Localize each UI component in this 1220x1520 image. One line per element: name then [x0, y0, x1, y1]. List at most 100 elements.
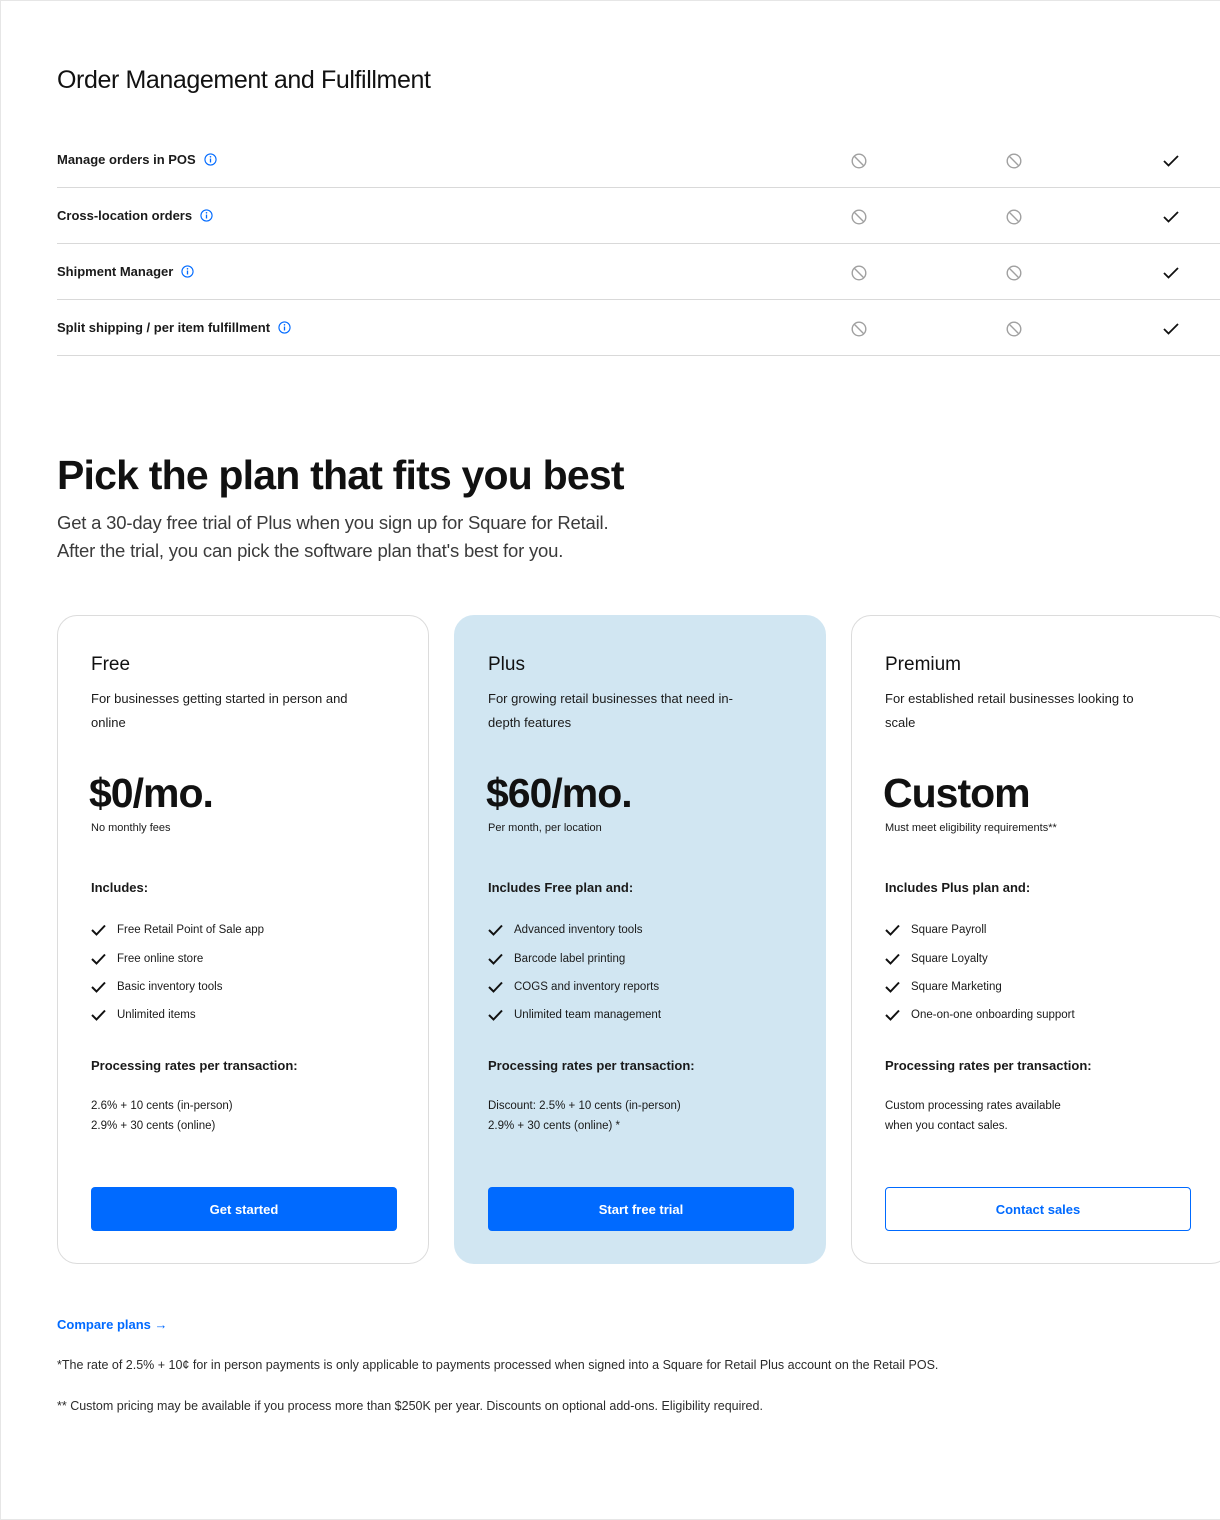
check-icon: [885, 981, 900, 993]
plan-feature-item: One-on-one onboarding support: [885, 1001, 1075, 1029]
feature-row: Shipment Manager: [57, 244, 1220, 300]
plan-price: Custom: [883, 770, 1031, 816]
check-icon: [1163, 155, 1179, 167]
plan-feature-item: Unlimited items: [91, 1001, 264, 1029]
plan-feature-label: Unlimited team management: [514, 1009, 662, 1022]
compare-plans-link[interactable]: Compare plans →: [57, 1317, 168, 1332]
plan-card-plus: Plus For growing retail businesses that …: [454, 615, 826, 1264]
plan-name: Plus: [488, 654, 525, 675]
feature-label: Split shipping / per item fulfillment: [57, 320, 271, 335]
feature-table: Manage orders in POS Cross-location orde…: [57, 132, 1220, 356]
not-included-icon: [851, 265, 867, 281]
plan-feature-item: Unlimited team management: [488, 1001, 661, 1029]
plan-feature-item: Square Payroll: [885, 916, 1075, 944]
plan-feature-item: Barcode label printing: [488, 944, 661, 972]
plan-feature-label: COGS and inventory reports: [514, 980, 660, 993]
check-icon: [1163, 267, 1179, 279]
plan-price-note: No monthly fees: [91, 822, 171, 834]
hero-subtitle-line: Get a 30-day free trial of Plus when you…: [57, 512, 609, 533]
plan-rate-line: Custom processing rates available: [885, 1100, 1061, 1112]
hero-subtitle-line: After the trial, you can pick the softwa…: [57, 540, 564, 561]
check-icon: [885, 925, 900, 937]
plan-rates-title: Processing rates per transaction:: [885, 1058, 1092, 1073]
feature-label-wrap: Shipment Manager: [57, 264, 194, 279]
plan-feature-label: Basic inventory tools: [117, 980, 223, 993]
feature-row: Split shipping / per item fulfillment: [57, 300, 1220, 356]
not-included-icon: [1006, 321, 1022, 337]
info-icon[interactable]: [181, 265, 194, 278]
plan-price-note: Must meet eligibility requirements**: [885, 822, 1057, 834]
check-icon: [885, 953, 900, 965]
get-started-button[interactable]: Get started: [91, 1187, 397, 1231]
not-included-icon: [851, 209, 867, 225]
feature-label-wrap: Manage orders in POS: [57, 152, 217, 167]
start-free-trial-button[interactable]: Start free trial: [488, 1187, 794, 1231]
info-icon[interactable]: [278, 321, 291, 334]
not-included-icon: [1006, 209, 1022, 225]
plan-description: For established retail businesses lookin…: [885, 691, 1134, 730]
feature-label: Shipment Manager: [57, 264, 174, 279]
plan-includes-title: Includes:: [91, 880, 149, 895]
not-included-icon: [1006, 265, 1022, 281]
feature-label: Cross-location orders: [57, 208, 193, 223]
plan-rates: 2.6% + 10 cents (in-person) 2.9% + 30 ce…: [91, 1096, 233, 1136]
plan-includes-title: Includes Plus plan and:: [885, 880, 1031, 895]
plan-card-free: Free For businesses getting started in p…: [57, 615, 429, 1264]
plan-name: Free: [91, 654, 131, 675]
check-icon: [91, 981, 106, 993]
check-icon: [91, 925, 106, 937]
plan-price-note: Per month, per location: [488, 822, 602, 834]
plan-feature-item: Free Retail Point of Sale app: [91, 916, 264, 944]
feature-label: Manage orders in POS: [57, 152, 196, 167]
footnote: ** Custom pricing may be available if yo…: [57, 1399, 763, 1413]
not-included-icon: [851, 321, 867, 337]
info-icon[interactable]: [204, 153, 217, 166]
plan-feature-item: Free online store: [91, 944, 264, 972]
plan-rates-title: Processing rates per transaction:: [91, 1058, 298, 1073]
check-icon: [91, 953, 106, 965]
plan-rate-line: 2.9% + 30 cents (online): [91, 1120, 216, 1132]
feature-row: Cross-location orders: [57, 188, 1220, 244]
plan-feature-label: Free Retail Point of Sale app: [117, 924, 265, 937]
check-icon: [1163, 211, 1179, 223]
plan-rate-line: 2.6% + 10 cents (in-person): [91, 1100, 233, 1112]
check-icon: [488, 925, 503, 937]
hero-subtitle: Get a 30-day free trial of Plus when you…: [57, 509, 757, 565]
plan-description: For growing retail businesses that need …: [488, 691, 733, 730]
plan-rates: Discount: 2.5% + 10 cents (in-person) 2.…: [488, 1096, 681, 1136]
plan-feature-label: Advanced inventory tools: [514, 924, 643, 937]
plan-card-premium: Premium For established retail businesse…: [851, 615, 1220, 1264]
plan-feature-list: Free Retail Point of Sale app Free onlin…: [91, 916, 264, 1030]
contact-sales-button[interactable]: Contact sales: [885, 1187, 1191, 1231]
plan-feature-item: Square Loyalty: [885, 944, 1075, 972]
plan-rate-line: 2.9% + 30 cents (online) *: [488, 1120, 621, 1132]
hero-title: Pick the plan that fits you best: [57, 452, 625, 498]
check-icon: [885, 1010, 900, 1022]
plan-rate-line: Discount: 2.5% + 10 cents (in-person): [488, 1100, 681, 1112]
check-icon: [488, 1010, 503, 1022]
plan-rates-title: Processing rates per transaction:: [488, 1058, 695, 1073]
feature-row: Manage orders in POS: [57, 132, 1220, 188]
plan-feature-label: Unlimited items: [117, 1009, 196, 1022]
feature-label-wrap: Cross-location orders: [57, 208, 213, 223]
check-icon: [91, 1010, 106, 1022]
plan-feature-label: Square Loyalty: [911, 952, 988, 965]
plan-includes-title: Includes Free plan and:: [488, 880, 634, 895]
plan-rate-line: when you contact sales.: [885, 1120, 1008, 1132]
plan-feature-label: Free online store: [117, 952, 204, 965]
plan-feature-item: Square Marketing: [885, 973, 1075, 1001]
plan-rates: Custom processing rates available when y…: [885, 1096, 1061, 1136]
footnote: *The rate of 2.5% + 10¢ for in person pa…: [57, 1358, 939, 1372]
check-icon: [1163, 323, 1179, 335]
feature-label-wrap: Split shipping / per item fulfillment: [57, 320, 291, 335]
plan-feature-list: Advanced inventory tools Barcode label p…: [488, 916, 661, 1030]
check-icon: [488, 953, 503, 965]
plan-price: $0/mo.: [89, 770, 214, 816]
plan-description: For businesses getting started in person…: [91, 691, 348, 730]
plan-price: $60/mo.: [486, 770, 633, 816]
plan-feature-label: Barcode label printing: [514, 952, 626, 965]
check-icon: [488, 981, 503, 993]
plan-feature-list: Square Payroll Square Loyalty Square Mar…: [885, 916, 1075, 1030]
info-icon[interactable]: [200, 209, 213, 222]
plan-name: Premium: [885, 654, 962, 675]
